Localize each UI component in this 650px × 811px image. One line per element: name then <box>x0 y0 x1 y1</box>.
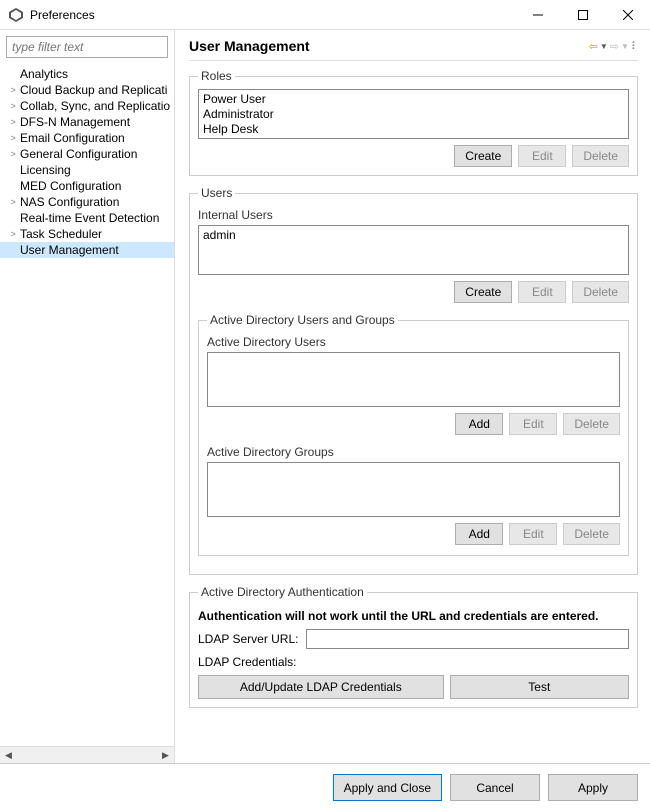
forward-menu-icon[interactable]: ▼ <box>621 42 629 51</box>
internal-users-listbox[interactable]: admin <box>198 225 629 275</box>
roles-delete-button[interactable]: Delete <box>572 145 629 167</box>
ad-groups-add-button[interactable]: Add <box>455 523 503 545</box>
minimize-button[interactable] <box>515 0 560 30</box>
view-menu-icon[interactable]: ⠇ <box>631 40 638 53</box>
ad-users-label: Active Directory Users <box>207 335 620 349</box>
page-title: User Management <box>189 38 589 54</box>
window-controls <box>515 0 650 30</box>
forward-icon[interactable]: ⇨ <box>610 40 619 53</box>
roles-group: Roles Power UserAdministratorHelp Desk C… <box>189 69 638 176</box>
ldap-test-button[interactable]: Test <box>450 675 629 699</box>
sidebar: Analytics>Cloud Backup and Replicati>Col… <box>0 30 175 763</box>
back-icon[interactable]: ⇦ <box>589 40 598 53</box>
titlebar: Preferences <box>0 0 650 30</box>
tree-item[interactable]: >Task Scheduler <box>0 226 174 242</box>
internal-create-button[interactable]: Create <box>454 281 512 303</box>
tree-item-label: Analytics <box>20 67 68 81</box>
list-item[interactable]: admin <box>203 228 624 243</box>
scroll-right-icon[interactable]: ▶ <box>157 750 174 761</box>
horizontal-scrollbar[interactable]: ◀ ▶ <box>0 746 174 763</box>
users-legend: Users <box>198 186 235 200</box>
window-title: Preferences <box>30 8 515 22</box>
tree-item-label: Real-time Event Detection <box>20 211 159 225</box>
tree-item-label: User Management <box>20 243 119 257</box>
internal-delete-button[interactable]: Delete <box>572 281 629 303</box>
tree-item[interactable]: >DFS-N Management <box>0 114 174 130</box>
ldap-url-label: LDAP Server URL: <box>198 632 298 646</box>
ad-users-edit-button[interactable]: Edit <box>509 413 557 435</box>
roles-listbox[interactable]: Power UserAdministratorHelp Desk <box>198 89 629 139</box>
ad-auth-group: Active Directory Authentication Authenti… <box>189 585 638 708</box>
tree-item[interactable]: >Email Configuration <box>0 130 174 146</box>
close-button[interactable] <box>605 0 650 30</box>
ad-groups-delete-button[interactable]: Delete <box>563 523 620 545</box>
expand-icon[interactable]: > <box>6 197 20 207</box>
scroll-left-icon[interactable]: ◀ <box>0 750 17 761</box>
ad-legend: Active Directory Users and Groups <box>207 313 398 327</box>
tree-item[interactable]: Licensing <box>0 162 174 178</box>
tree-item-label: MED Configuration <box>20 179 121 193</box>
cancel-button[interactable]: Cancel <box>450 774 540 801</box>
users-group: Users Internal Users admin Create Edit D… <box>189 186 638 575</box>
expand-icon[interactable]: > <box>6 85 20 95</box>
tree-item-label: DFS-N Management <box>20 115 130 129</box>
tree-item[interactable]: Analytics <box>0 66 174 82</box>
tree-item[interactable]: >Collab, Sync, and Replicatio <box>0 98 174 114</box>
ldap-cred-label: LDAP Credentials: <box>198 655 297 669</box>
preferences-tree[interactable]: Analytics>Cloud Backup and Replicati>Col… <box>0 64 174 746</box>
tree-item-label: Licensing <box>20 163 71 177</box>
dialog-footer: Apply and Close Cancel Apply <box>0 763 650 811</box>
ad-auth-legend: Active Directory Authentication <box>198 585 367 599</box>
tree-item[interactable]: MED Configuration <box>0 178 174 194</box>
tree-item-label: Cloud Backup and Replicati <box>20 83 167 97</box>
internal-edit-button[interactable]: Edit <box>518 281 566 303</box>
tree-item-label: NAS Configuration <box>20 195 119 209</box>
ad-users-listbox[interactable] <box>207 352 620 407</box>
tree-item[interactable]: User Management <box>0 242 174 258</box>
app-icon <box>8 7 24 23</box>
roles-legend: Roles <box>198 69 235 83</box>
expand-icon[interactable]: > <box>6 229 20 239</box>
expand-icon[interactable]: > <box>6 149 20 159</box>
maximize-button[interactable] <box>560 0 605 30</box>
tree-item[interactable]: >General Configuration <box>0 146 174 162</box>
roles-create-button[interactable]: Create <box>454 145 512 167</box>
ad-groups-listbox[interactable] <box>207 462 620 517</box>
tree-item[interactable]: Real-time Event Detection <box>0 210 174 226</box>
auth-warning: Authentication will not work until the U… <box>198 609 629 623</box>
internal-users-label: Internal Users <box>198 208 629 222</box>
filter-input[interactable] <box>6 36 168 58</box>
expand-icon[interactable]: > <box>6 101 20 111</box>
ad-users-delete-button[interactable]: Delete <box>563 413 620 435</box>
list-item[interactable]: Power User <box>203 92 624 107</box>
ad-groups-label: Active Directory Groups <box>207 445 620 459</box>
list-item[interactable]: Help Desk <box>203 122 624 137</box>
ad-groups-edit-button[interactable]: Edit <box>509 523 557 545</box>
list-item[interactable]: Administrator <box>203 107 624 122</box>
tree-item[interactable]: >NAS Configuration <box>0 194 174 210</box>
ad-users-add-button[interactable]: Add <box>455 413 503 435</box>
ldap-add-update-button[interactable]: Add/Update LDAP Credentials <box>198 675 444 699</box>
ad-users-groups: Active Directory Users and Groups Active… <box>198 313 629 556</box>
expand-icon[interactable]: > <box>6 117 20 127</box>
ldap-url-input[interactable] <box>306 629 629 649</box>
main-panel: User Management ⇦ ▼ ⇨ ▼ ⠇ Roles Power Us… <box>175 30 650 763</box>
apply-button[interactable]: Apply <box>548 774 638 801</box>
tree-item-label: General Configuration <box>20 147 137 161</box>
apply-close-button[interactable]: Apply and Close <box>333 774 442 801</box>
tree-item[interactable]: >Cloud Backup and Replicati <box>0 82 174 98</box>
expand-icon[interactable]: > <box>6 133 20 143</box>
tree-item-label: Collab, Sync, and Replicatio <box>20 99 170 113</box>
back-menu-icon[interactable]: ▼ <box>600 42 608 51</box>
roles-edit-button[interactable]: Edit <box>518 145 566 167</box>
tree-item-label: Task Scheduler <box>20 227 102 241</box>
tree-item-label: Email Configuration <box>20 131 125 145</box>
